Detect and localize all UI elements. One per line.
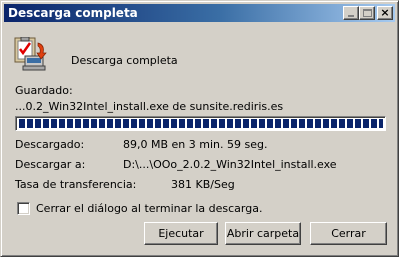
downloaded-value: 89,0 MB en 3 min. 59 seg. — [123, 138, 268, 151]
minimize-button[interactable] — [343, 6, 359, 20]
saved-file-value: ...0.2_Win32Intel_install.exe de sunsite… — [15, 100, 284, 113]
close-when-done-checkbox[interactable] — [17, 202, 30, 215]
close-when-done-label[interactable]: Cerrar el diálogo al terminar la descarg… — [36, 202, 262, 215]
download-complete-dialog: Descarga completa × Descarga completa Gu… — [0, 0, 399, 257]
open-folder-button-label: Abrir carpeta — [226, 227, 300, 240]
downloaded-label: Descargado: — [15, 138, 85, 151]
close-button-label: Cerrar — [331, 227, 366, 240]
title-bar[interactable]: Descarga completa × — [4, 4, 395, 22]
close-icon: × — [380, 6, 390, 19]
close-window-button[interactable]: × — [377, 6, 393, 20]
transfer-rate-value: 381 KB/Seg — [171, 178, 235, 191]
maximize-icon — [363, 9, 372, 17]
saved-label: Guardado: — [15, 84, 73, 97]
download-progress-bar — [15, 116, 386, 131]
download-progress-fill — [19, 119, 383, 128]
download-to-label: Descargar a: — [15, 158, 86, 171]
minimize-icon — [348, 15, 354, 17]
transfer-rate-label: Tasa de transferencia: — [15, 178, 137, 191]
window-title: Descarga completa — [8, 6, 138, 20]
download-complete-icon — [14, 37, 47, 71]
close-button[interactable]: Cerrar — [310, 222, 387, 245]
header-label: Descarga completa — [71, 54, 178, 67]
open-folder-button[interactable]: Abrir carpeta — [225, 222, 301, 245]
download-to-value: D:\...\OOo_2.0.2_Win32Intel_install.exe — [123, 158, 337, 171]
window-controls: × — [343, 6, 393, 20]
run-button-label: Ejecutar — [158, 227, 204, 240]
maximize-button[interactable] — [359, 6, 375, 20]
run-button[interactable]: Ejecutar — [144, 222, 218, 245]
